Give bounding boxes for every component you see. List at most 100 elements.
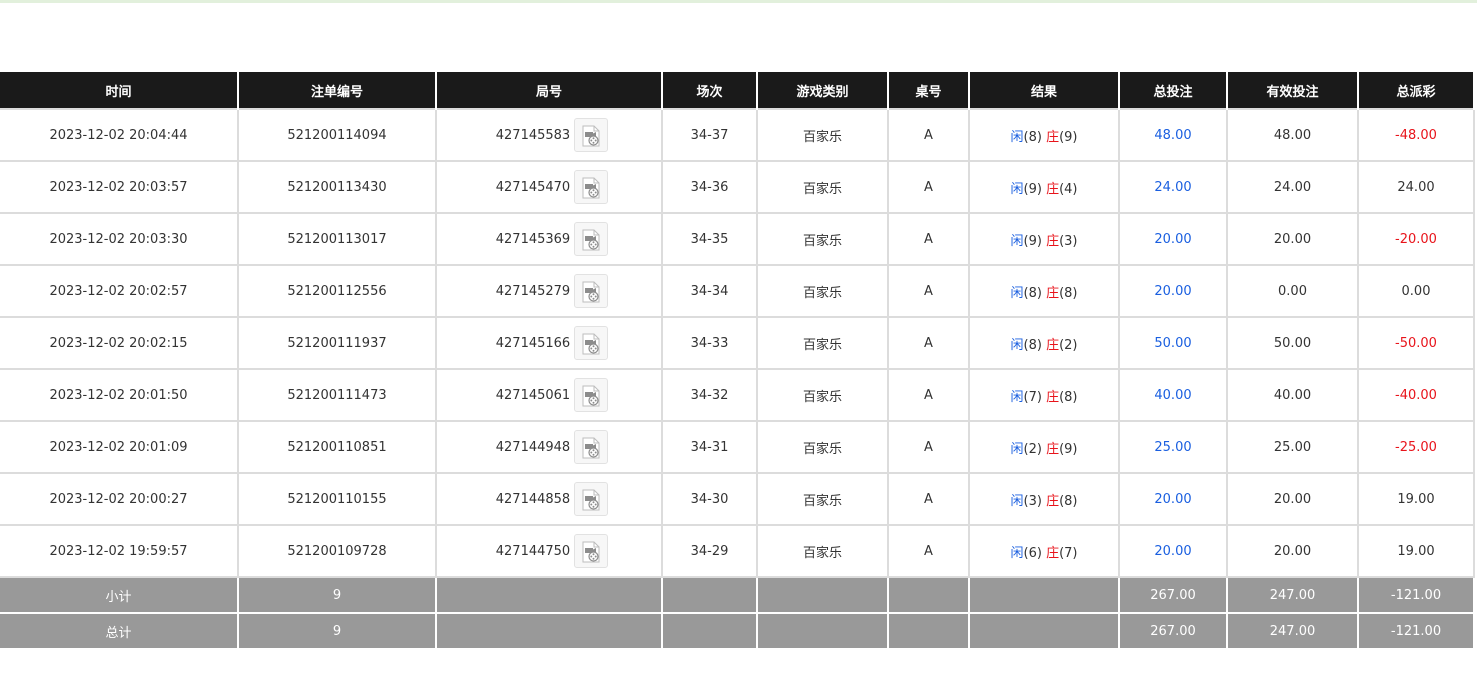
header-result[interactable]: 结果 <box>968 72 1120 110</box>
bet-time: 2023-12-02 20:01:09 <box>0 420 239 474</box>
round-cell: 427145470 <box>435 160 663 214</box>
payout: 24.00 <box>1357 160 1475 214</box>
result-cell: 闲(3) 庄(8) <box>968 472 1120 526</box>
bet-id: 521200110155 <box>237 472 437 526</box>
round-number: 427145279 <box>495 283 571 299</box>
player-score: (9) <box>1023 233 1042 249</box>
banker-score: (2) <box>1059 337 1078 353</box>
bet-id: 521200112556 <box>237 264 437 318</box>
payout: 0.00 <box>1357 264 1475 318</box>
video-replay-icon[interactable] <box>574 170 609 204</box>
video-replay-icon[interactable] <box>574 222 609 256</box>
shoe-number: 34-36 <box>661 160 758 214</box>
bet-id: 521200109728 <box>237 524 437 578</box>
shoe-number: 34-35 <box>661 212 758 266</box>
player-label: 闲 <box>1010 129 1024 145</box>
empty-cell <box>435 612 663 650</box>
table-number: A <box>887 264 970 318</box>
header-payout[interactable]: 总派彩 <box>1357 72 1475 110</box>
header-shoe[interactable]: 场次 <box>661 72 758 110</box>
table-number: A <box>887 108 970 162</box>
video-replay-icon[interactable] <box>574 378 609 412</box>
round-wrap: 427144750 <box>496 534 609 568</box>
round-wrap: 427145166 <box>496 326 609 360</box>
round-cell: 427145369 <box>435 212 663 266</box>
total-bet: 48.00 <box>1118 108 1228 162</box>
grand-total-label: 总计 <box>0 612 239 650</box>
banker-score: (9) <box>1059 441 1078 457</box>
banker-score: (9) <box>1059 129 1078 145</box>
empty-cell <box>661 576 758 614</box>
round-number: 427145061 <box>495 387 571 403</box>
shoe-number: 34-30 <box>661 472 758 526</box>
valid-bet: 48.00 <box>1226 108 1359 162</box>
valid-bet: 40.00 <box>1226 368 1359 422</box>
shoe-number: 34-31 <box>661 420 758 474</box>
bet-time: 2023-12-02 20:03:57 <box>0 160 239 214</box>
table-body: 2023-12-02 20:04:44 521200114094 427145583… <box>0 108 1475 650</box>
payout: -25.00 <box>1357 420 1475 474</box>
valid-bet: 25.00 <box>1226 420 1359 474</box>
empty-cell <box>661 612 758 650</box>
total-bet: 50.00 <box>1118 316 1228 370</box>
header-time[interactable]: 时间 <box>0 72 239 110</box>
player-label: 闲 <box>1010 545 1024 561</box>
top-accent-line <box>0 0 1477 3</box>
game-type: 百家乐 <box>756 212 889 266</box>
valid-bet: 20.00 <box>1226 212 1359 266</box>
valid-bet: 24.00 <box>1226 160 1359 214</box>
table-row: 2023-12-02 20:01:09 521200110851 427144948… <box>0 420 1475 474</box>
empty-cell <box>435 576 663 614</box>
grand-total-valid-bet: 247.00 <box>1226 612 1359 650</box>
grand-total-row: 总计 9 267.00 247.00 -121.00 <box>0 612 1475 650</box>
game-type: 百家乐 <box>756 264 889 318</box>
round-number: 427145470 <box>495 179 571 195</box>
video-replay-icon[interactable] <box>574 326 609 360</box>
player-label: 闲 <box>1010 441 1024 457</box>
table-number: A <box>887 160 970 214</box>
video-replay-icon[interactable] <box>574 482 609 516</box>
round-cell: 427145583 <box>435 108 663 162</box>
table-number: A <box>887 472 970 526</box>
banker-score: (8) <box>1059 285 1078 301</box>
banker-score: (7) <box>1059 545 1078 561</box>
payout: -40.00 <box>1357 368 1475 422</box>
round-wrap: 427145470 <box>495 170 609 204</box>
banker-label: 庄 <box>1046 129 1060 145</box>
header-round[interactable]: 局号 <box>435 72 663 110</box>
round-cell: 427145279 <box>435 264 663 318</box>
result-cell: 闲(8) 庄(2) <box>968 316 1120 370</box>
empty-cell <box>756 576 889 614</box>
shoe-number: 34-37 <box>661 108 758 162</box>
video-replay-icon[interactable] <box>574 274 609 308</box>
video-replay-icon[interactable] <box>574 118 609 152</box>
player-score: (8) <box>1023 285 1042 301</box>
video-replay-icon[interactable] <box>574 534 609 568</box>
header-game-type[interactable]: 游戏类别 <box>756 72 889 110</box>
header-bet-id[interactable]: 注单编号 <box>237 72 437 110</box>
player-score: (7) <box>1023 389 1042 405</box>
video-replay-icon[interactable] <box>574 430 609 464</box>
shoe-number: 34-29 <box>661 524 758 578</box>
header-valid-bet[interactable]: 有效投注 <box>1226 72 1359 110</box>
table-row: 2023-12-02 20:02:15 521200111937 427145166… <box>0 316 1475 370</box>
round-wrap: 427145061 <box>495 378 609 412</box>
grand-total-total-bet: 267.00 <box>1118 612 1228 650</box>
round-number: 427144948 <box>495 439 571 455</box>
total-bet: 20.00 <box>1118 212 1228 266</box>
round-wrap: 427144858 <box>496 482 609 516</box>
result-cell: 闲(9) 庄(4) <box>968 160 1120 214</box>
total-bet: 20.00 <box>1118 524 1228 578</box>
banker-label: 庄 <box>1046 181 1060 197</box>
header-table[interactable]: 桌号 <box>887 72 970 110</box>
result-cell: 闲(9) 庄(3) <box>968 212 1120 266</box>
banker-label: 庄 <box>1046 337 1060 353</box>
empty-cell <box>968 612 1120 650</box>
table-number: A <box>887 316 970 370</box>
header-total-bet[interactable]: 总投注 <box>1118 72 1228 110</box>
player-label: 闲 <box>1010 285 1024 301</box>
table-row: 2023-12-02 20:03:57 521200113430 427145470… <box>0 160 1475 214</box>
result-cell: 闲(8) 庄(9) <box>968 108 1120 162</box>
banker-label: 庄 <box>1046 493 1060 509</box>
valid-bet: 50.00 <box>1226 316 1359 370</box>
